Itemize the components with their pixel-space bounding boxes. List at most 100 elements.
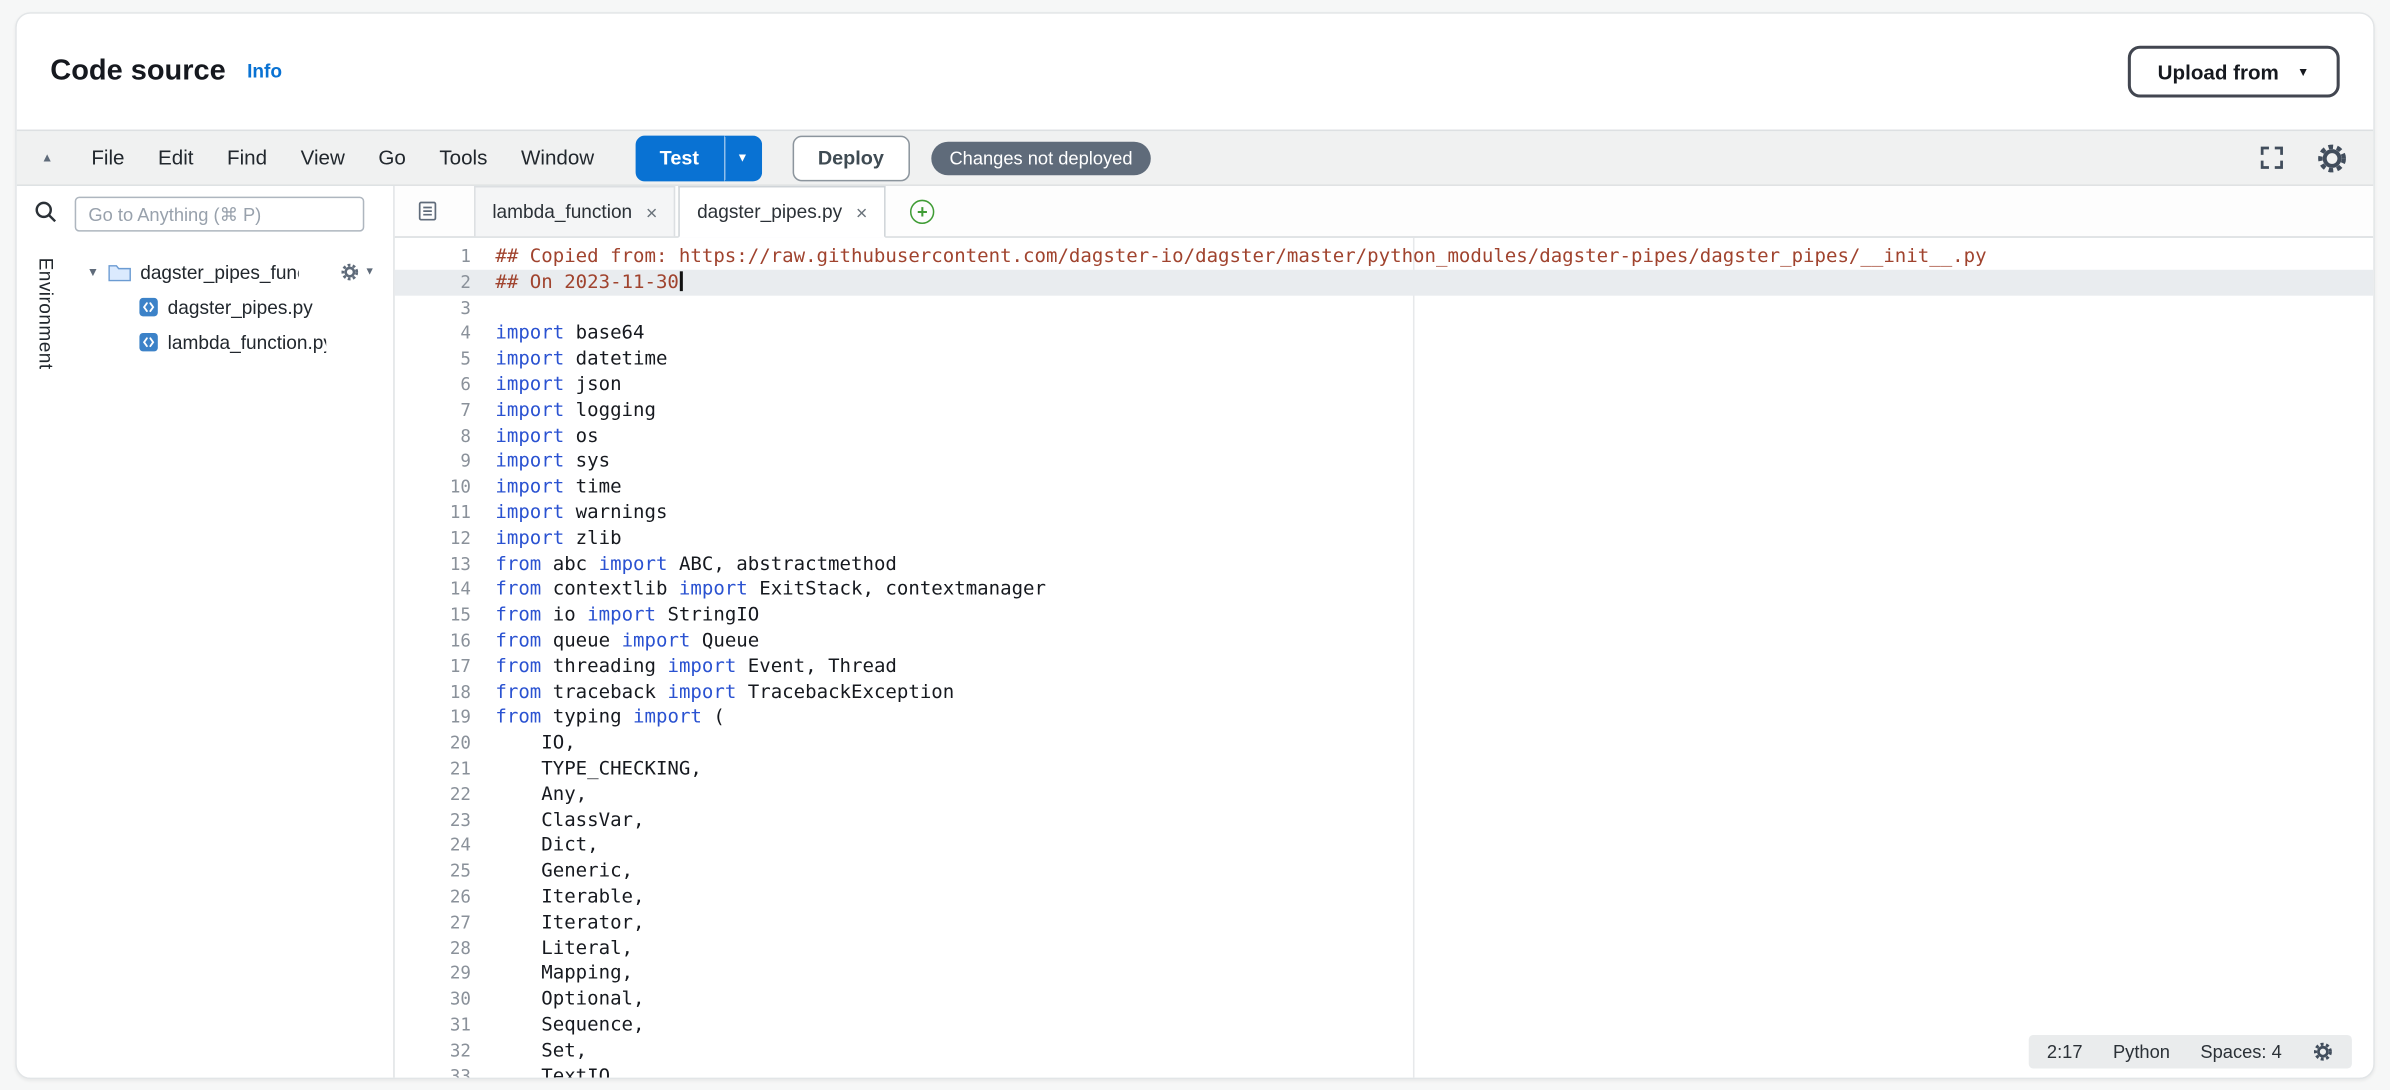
line-number[interactable]: 22 [395, 782, 471, 808]
line-number[interactable]: 23 [395, 807, 471, 833]
disclosure-triangle-icon[interactable]: ▼ [87, 265, 108, 279]
code-line-2[interactable]: 2 ## On 2023-11-30 [395, 269, 2373, 295]
fullscreen-icon[interactable] [2259, 145, 2285, 171]
line-number[interactable]: 24 [395, 833, 471, 859]
settings-gear-icon[interactable] [2315, 141, 2349, 175]
code-line-14[interactable]: 14from contextlib import ExitStack, cont… [395, 577, 2373, 603]
code-line-20[interactable]: 20 IO, [395, 730, 2373, 756]
line-number[interactable]: 27 [395, 910, 471, 936]
line-number[interactable]: 30 [395, 986, 471, 1012]
line-number[interactable]: 8 [395, 423, 471, 449]
line-number[interactable]: 12 [395, 526, 471, 552]
test-dropdown-button[interactable]: ▼ [723, 135, 761, 181]
code-line-18[interactable]: 18from traceback import TracebackExcepti… [395, 679, 2373, 705]
goto-anything-input[interactable] [75, 197, 365, 232]
menu-view[interactable]: View [284, 146, 362, 169]
statusbar-gear-icon[interactable] [2312, 1041, 2333, 1062]
code-line-30[interactable]: 30 Optional, [395, 986, 2373, 1012]
code-line-23[interactable]: 23 ClassVar, [395, 807, 2373, 833]
token-comment: ## On 2023-11-30 [495, 269, 679, 292]
code-line-12[interactable]: 12import zlib [395, 526, 2373, 552]
code-line-21[interactable]: 21 TYPE_CHECKING, [395, 756, 2373, 782]
line-number[interactable]: 6 [395, 372, 471, 398]
code-line-28[interactable]: 28 Literal, [395, 935, 2373, 961]
line-number[interactable]: 5 [395, 346, 471, 372]
test-button[interactable]: Test [635, 135, 723, 181]
line-number[interactable]: 3 [395, 295, 471, 321]
tab-dagster_pipes.py[interactable]: dagster_pipes.py× [679, 186, 886, 238]
line-number[interactable]: 29 [395, 961, 471, 987]
code-line-11[interactable]: 11import warnings [395, 500, 2373, 526]
code-line-4[interactable]: 4import base64 [395, 321, 2373, 347]
line-number[interactable]: 25 [395, 858, 471, 884]
line-number[interactable]: 1 [395, 244, 471, 270]
line-number[interactable]: 7 [395, 397, 471, 423]
line-number[interactable]: 26 [395, 884, 471, 910]
menu-go[interactable]: Go [362, 146, 423, 169]
tree-item-dagster_pipes.py[interactable]: dagster_pipes.py [75, 290, 394, 325]
line-number[interactable]: 18 [395, 679, 471, 705]
new-tab-button[interactable]: + [910, 199, 934, 223]
file-list-icon[interactable] [407, 186, 447, 236]
code-line-10[interactable]: 10import time [395, 474, 2373, 500]
menu-window[interactable]: Window [504, 146, 611, 169]
tree-item-lambda_function.py[interactable]: lambda_function.py [75, 325, 394, 360]
upload-from-button[interactable]: Upload from ▼ [2127, 46, 2340, 98]
language-mode[interactable]: Python [2113, 1041, 2170, 1062]
code-line-15[interactable]: 15from io import StringIO [395, 602, 2373, 628]
code-line-17[interactable]: 17from threading import Event, Thread [395, 654, 2373, 680]
line-number[interactable]: 20 [395, 730, 471, 756]
line-number[interactable]: 16 [395, 628, 471, 654]
tree-settings-gear-icon[interactable]: ▼ [340, 262, 375, 282]
tree-item-dagster_pipes_funct[interactable]: ▼dagster_pipes_funct▼ [75, 255, 394, 290]
line-number[interactable]: 14 [395, 577, 471, 603]
menu-tools[interactable]: Tools [423, 146, 505, 169]
line-number[interactable]: 21 [395, 756, 471, 782]
close-tab-icon[interactable]: × [646, 202, 658, 222]
code-line-24[interactable]: 24 Dict, [395, 833, 2373, 859]
menu-file[interactable]: File [75, 146, 142, 169]
line-number[interactable]: 32 [395, 1038, 471, 1064]
code-line-25[interactable]: 25 Generic, [395, 858, 2373, 884]
code-line-1[interactable]: 1## Copied from: https://raw.githubuserc… [395, 244, 2373, 270]
code-line-3[interactable]: 3 [395, 295, 2373, 321]
line-number[interactable]: 11 [395, 500, 471, 526]
line-number[interactable]: 2 [395, 269, 471, 295]
code-line-6[interactable]: 6import json [395, 372, 2373, 398]
code-line-29[interactable]: 29 Mapping, [395, 961, 2373, 987]
code-line-7[interactable]: 7import logging [395, 397, 2373, 423]
spaces-setting[interactable]: Spaces: 4 [2200, 1041, 2281, 1062]
line-number[interactable]: 17 [395, 654, 471, 680]
tab-lambda_function[interactable]: lambda_function× [474, 186, 676, 236]
environment-tab[interactable]: Environment [35, 258, 56, 370]
line-number[interactable]: 10 [395, 474, 471, 500]
collapse-panel-icon[interactable]: ▲ [41, 151, 53, 165]
code-line-9[interactable]: 9import sys [395, 449, 2373, 475]
close-tab-icon[interactable]: × [856, 202, 868, 222]
code-line-19[interactable]: 19from typing import ( [395, 705, 2373, 731]
line-number[interactable]: 19 [395, 705, 471, 731]
code-line-16[interactable]: 16from queue import Queue [395, 628, 2373, 654]
code-line-26[interactable]: 26 Iterable, [395, 884, 2373, 910]
line-number[interactable]: 4 [395, 321, 471, 347]
menu-find[interactable]: Find [210, 146, 284, 169]
code-line-5[interactable]: 5import datetime [395, 346, 2373, 372]
line-number[interactable]: 13 [395, 551, 471, 577]
token-keyword: import [667, 679, 736, 702]
code-line-13[interactable]: 13from abc import ABC, abstractmethod [395, 551, 2373, 577]
line-number[interactable]: 28 [395, 935, 471, 961]
search-icon[interactable] [34, 200, 58, 224]
line-number[interactable]: 33 [395, 1063, 471, 1077]
code-editor[interactable]: 1## Copied from: https://raw.githubuserc… [395, 238, 2373, 1078]
cursor-position[interactable]: 2:17 [2047, 1041, 2083, 1062]
line-number[interactable]: 15 [395, 602, 471, 628]
line-number[interactable]: 31 [395, 1012, 471, 1038]
info-link[interactable]: Info [247, 61, 282, 82]
menu-edit[interactable]: Edit [141, 146, 210, 169]
code-line-31[interactable]: 31 Sequence, [395, 1012, 2373, 1038]
deploy-button[interactable]: Deploy [792, 135, 910, 181]
code-line-22[interactable]: 22 Any, [395, 782, 2373, 808]
code-line-8[interactable]: 8import os [395, 423, 2373, 449]
line-number[interactable]: 9 [395, 449, 471, 475]
code-line-27[interactable]: 27 Iterator, [395, 910, 2373, 936]
